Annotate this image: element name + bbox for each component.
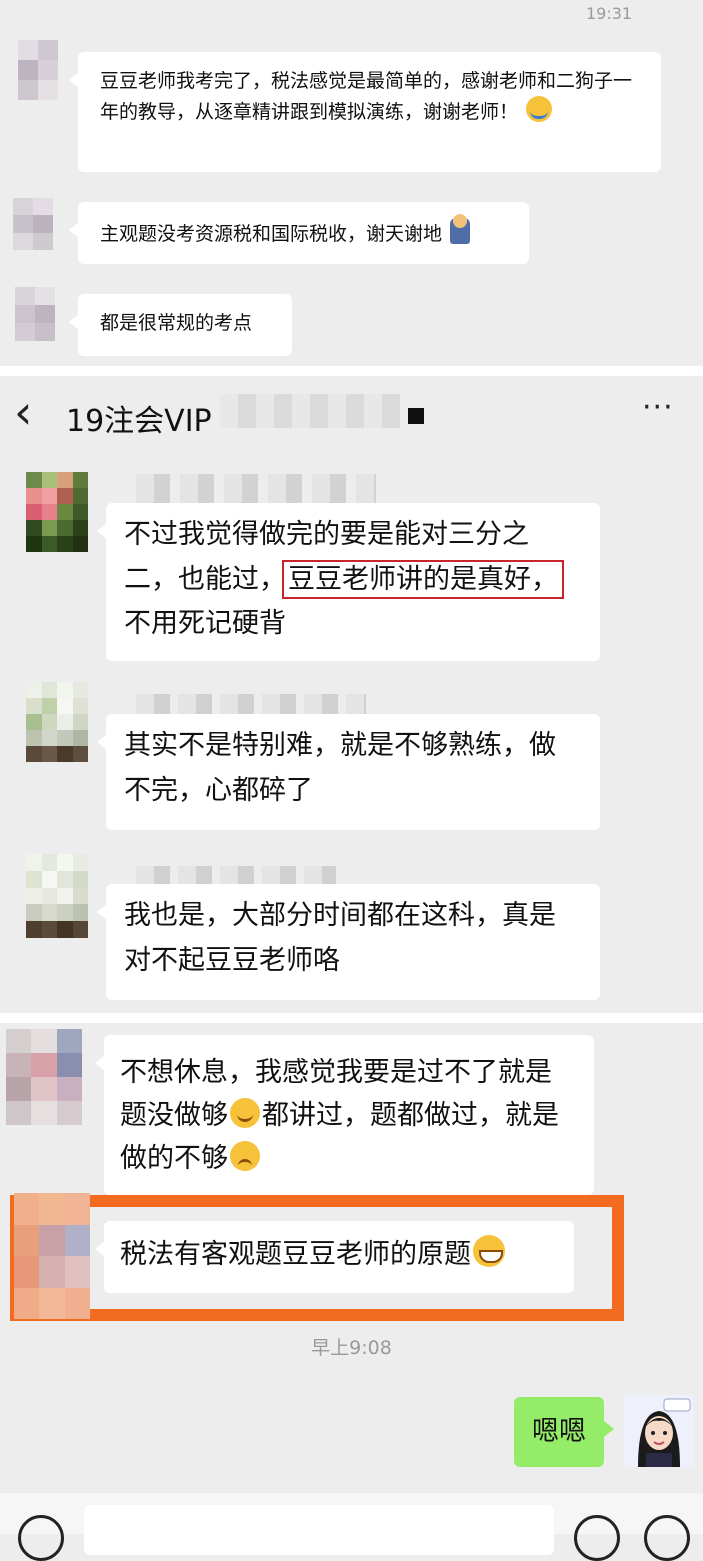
kneeling-emoji-icon xyxy=(450,214,471,244)
voice-icon[interactable] xyxy=(18,1515,64,1561)
sent-message-bubble[interactable]: 嗯嗯 xyxy=(514,1397,614,1467)
grin-emoji-icon xyxy=(473,1235,505,1267)
message-text: 嗯嗯 xyxy=(532,1416,586,1447)
cartoon-teacher-avatar-icon xyxy=(624,1395,694,1467)
avatar-blurred[interactable] xyxy=(26,854,88,938)
input-bar xyxy=(0,1493,703,1561)
blurred-title-square xyxy=(408,408,424,424)
crying-emoji-icon xyxy=(526,95,553,122)
message-bubble[interactable]: 税法有客观题豆豆老师的原题 xyxy=(95,1221,574,1293)
highlighted-text: 豆豆老师讲的是真好， xyxy=(282,559,564,599)
back-icon[interactable]: ‹ xyxy=(14,382,32,442)
avatar[interactable] xyxy=(624,1395,694,1467)
message-line: 不过我觉得做完的要是能对三分之 xyxy=(124,519,529,550)
image-divider xyxy=(0,1013,703,1023)
message-text: 我也是，大部分时间都在这科，真是对不起豆豆老师咯 xyxy=(124,900,556,976)
emoji-icon[interactable] xyxy=(574,1515,620,1561)
message-bubble[interactable]: 主观题没考资源税和国际税收，谢天谢地 xyxy=(69,202,529,264)
message-bubble[interactable]: 豆豆老师我考完了，税法感觉是最简单的，感谢老师和二狗子一年的教导，从逐章精讲跟到… xyxy=(69,52,661,172)
more-icon[interactable]: ··· xyxy=(642,390,674,425)
message-line: 二，也能过，豆豆老师讲的是真好， xyxy=(124,559,564,599)
avatar-blurred[interactable] xyxy=(13,198,53,250)
avatar-blurred[interactable] xyxy=(26,682,88,762)
message-text: 豆豆老师我考完了，税法感觉是最简单的，感谢老师和二狗子一年的教导，从逐章精讲跟到… xyxy=(100,70,633,123)
sad-emoji-icon xyxy=(230,1141,260,1172)
chat-header: ‹ 19注会VIP ··· xyxy=(0,376,703,456)
section-1: 19:31 豆豆老师我考完了，税法感觉是最简单的，感谢老师和二狗子一年的教导，从… xyxy=(0,0,703,366)
message-input[interactable] xyxy=(84,1505,554,1555)
blurred-nickname xyxy=(136,474,376,504)
avatar-blurred[interactable] xyxy=(26,472,88,552)
message-text: 都是很常规的考点 xyxy=(100,312,253,334)
section-3: 不想休息，我感觉我要是过不了就是题没做够 都讲过，题都做过，就是做的不够 税法有客… xyxy=(0,1023,703,1561)
timestamp: 早上9:08 xyxy=(311,1337,392,1359)
message-bubble[interactable]: 我也是，大部分时间都在这科，真是对不起豆豆老师咯 xyxy=(97,884,600,1000)
message-text: 主观题没考资源税和国际税收，谢天谢地 xyxy=(100,223,443,245)
message-text: 税法有客观题豆豆老师的原题 xyxy=(120,1239,471,1270)
message-text: 其实不是特别难，就是不够熟练，做不完，心都碎了 xyxy=(124,730,556,806)
message-bubble[interactable]: 不过我觉得做完的要是能对三分之 二，也能过，豆豆老师讲的是真好， 不用死记硬背 xyxy=(97,503,600,661)
avatar-blurred[interactable] xyxy=(14,1193,90,1319)
message-line: 不用死记硬背 xyxy=(124,608,286,640)
message-bubble[interactable]: 其实不是特别难，就是不够熟练，做不完，心都碎了 xyxy=(97,714,600,830)
bubble-tail xyxy=(604,1421,614,1437)
timestamp: 19:31 xyxy=(586,4,633,23)
message-bubble[interactable]: 都是很常规的考点 xyxy=(69,294,292,356)
chat-title: 19注会VIP xyxy=(66,404,212,439)
message-bubble[interactable]: 不想休息，我感觉我要是过不了就是题没做够 都讲过，题都做过，就是做的不够 xyxy=(95,1035,594,1195)
plus-icon[interactable] xyxy=(644,1515,690,1561)
blurred-title-area xyxy=(220,394,400,428)
smile-emoji-icon xyxy=(230,1098,260,1129)
avatar-blurred[interactable] xyxy=(18,40,58,100)
section-2: ‹ 19注会VIP ··· 不过我觉得做完的要是能对三分之 二，也能过，豆豆老师… xyxy=(0,376,703,1013)
avatar-blurred[interactable] xyxy=(6,1029,82,1125)
blurred-nickname xyxy=(136,694,366,716)
image-divider xyxy=(0,366,703,376)
avatar-blurred[interactable] xyxy=(15,287,55,341)
